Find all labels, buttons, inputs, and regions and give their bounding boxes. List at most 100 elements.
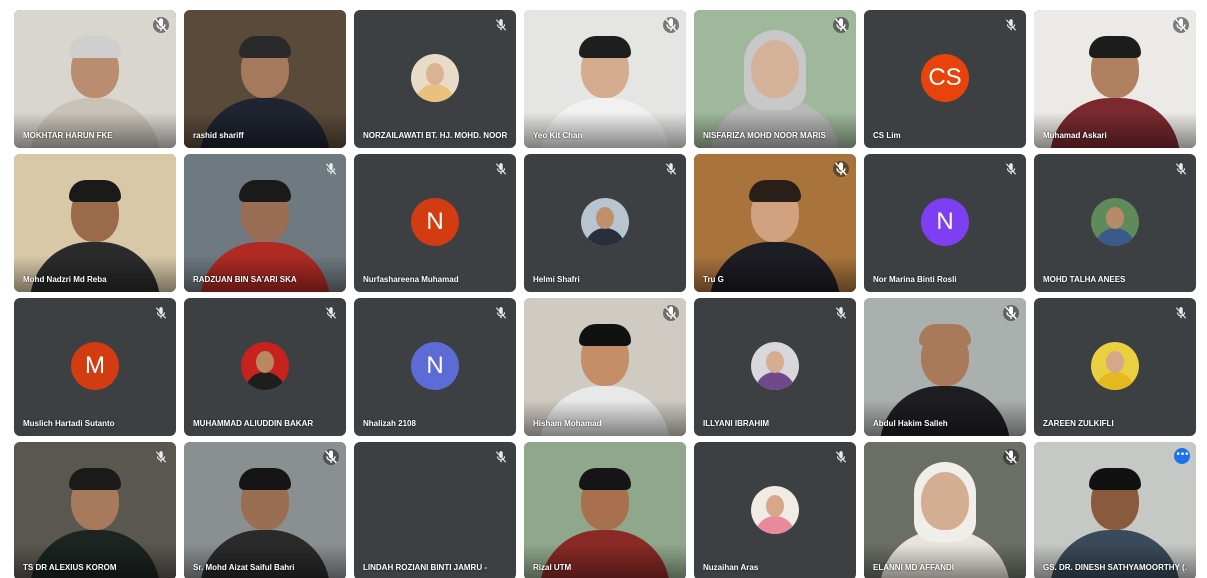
participant-name: Rizal UTM — [533, 563, 572, 572]
video-feed — [524, 442, 686, 578]
video-feed — [1034, 10, 1196, 148]
participant-name: ELANNI MD AFFANDI — [873, 563, 955, 572]
mic-off-icon — [833, 17, 849, 33]
participant-tile[interactable]: RADZUAN BIN SA'ARI SKA — [184, 154, 346, 292]
participant-name: NISFARIZA MOHD NOOR MARIS — [703, 131, 826, 140]
participant-tile[interactable]: Mohd Nadzri Md Reba — [14, 154, 176, 292]
mic-off-icon — [1004, 162, 1018, 176]
mic-off-icon — [154, 306, 168, 320]
mic-off-icon — [324, 162, 338, 176]
participant-tile[interactable]: Hisham Mohamad — [524, 298, 686, 436]
participant-tile[interactable]: Muhamad Askari — [1034, 10, 1196, 148]
participant-name: Muslich Hartadi Sutanto — [23, 419, 115, 428]
participant-tile[interactable]: M Muslich Hartadi Sutanto — [14, 298, 176, 436]
participant-tile[interactable]: Rizal UTM — [524, 442, 686, 578]
participant-name: rashid shariff — [193, 131, 244, 140]
participant-name: Mohd Nadzri Md Reba — [23, 275, 107, 284]
mic-off-icon — [324, 306, 338, 320]
avatar — [411, 54, 459, 102]
more-options-icon[interactable]: ••• — [1174, 448, 1190, 464]
participant-name: Abdul Hakim Salleh — [873, 419, 948, 428]
video-feed — [694, 10, 856, 148]
participant-tile[interactable]: TS DR ALEXIUS KOROM — [14, 442, 176, 578]
mic-off-icon — [1003, 449, 1019, 465]
avatar — [1091, 198, 1139, 246]
avatar: N — [411, 342, 459, 390]
participant-name: LINDAH ROZIANI BINTI JAMRU - — [363, 563, 487, 572]
mic-off-icon — [833, 161, 849, 177]
video-feed — [1034, 442, 1196, 578]
participant-name: CS Lim — [873, 131, 901, 140]
avatar — [751, 486, 799, 534]
mic-off-icon — [664, 162, 678, 176]
avatar — [1091, 342, 1139, 390]
avatar — [241, 342, 289, 390]
participant-tile[interactable]: N Nhalizah 2108 — [354, 298, 516, 436]
mic-off-icon — [323, 449, 339, 465]
video-feed — [14, 154, 176, 292]
video-feed — [694, 154, 856, 292]
participant-name: Nuzaihan Aras — [703, 563, 759, 572]
participant-name: ILLYANI IBRAHIM — [703, 419, 770, 428]
mic-off-icon — [154, 450, 168, 464]
participant-tile[interactable]: MOKHTAR HARUN FKE — [14, 10, 176, 148]
mic-off-icon — [663, 305, 679, 321]
participant-name: RADZUAN BIN SA'ARI SKA — [193, 275, 297, 284]
participant-name: NORZAILAWATI BT. HJ. MOHD. NOOR — [363, 131, 507, 140]
participant-tile[interactable]: Sr. Mohd Aizat Saiful Bahri — [184, 442, 346, 578]
mic-off-icon — [1004, 18, 1018, 32]
mic-off-icon — [153, 17, 169, 33]
mic-off-icon — [1174, 306, 1188, 320]
participant-tile[interactable]: ELANNI MD AFFANDI — [864, 442, 1026, 578]
participant-tile[interactable]: NORZAILAWATI BT. HJ. MOHD. NOOR — [354, 10, 516, 148]
mic-off-icon — [834, 450, 848, 464]
participant-tile[interactable]: LINDAH ROZIANI BINTI JAMRU - — [354, 442, 516, 578]
avatar — [581, 198, 629, 246]
mic-off-icon — [494, 18, 508, 32]
participant-tile[interactable]: NISFARIZA MOHD NOOR MARIS — [694, 10, 856, 148]
participant-tile[interactable]: MOHD TALHA ANEES — [1034, 154, 1196, 292]
avatar: N — [411, 198, 459, 246]
participant-tile[interactable]: ZAREEN ZULKIFLI — [1034, 298, 1196, 436]
participant-tile[interactable]: MUHAMMAD ALIUDDIN BAKAR — [184, 298, 346, 436]
participant-name: Tru G — [703, 275, 724, 284]
participant-tile[interactable]: rashid shariff — [184, 10, 346, 148]
video-feed — [14, 10, 176, 148]
avatar: M — [71, 342, 119, 390]
participant-tile[interactable]: Abdul Hakim Salleh — [864, 298, 1026, 436]
video-feed — [14, 442, 176, 578]
participant-name: Muhamad Askari — [1043, 131, 1107, 140]
mic-off-icon — [1173, 17, 1189, 33]
participant-tile[interactable]: ••• GS. DR. DINESH SATHYAMOORTHY (... — [1034, 442, 1196, 578]
participant-tile[interactable]: Helmi Shafri — [524, 154, 686, 292]
mic-off-icon — [1174, 162, 1188, 176]
participant-name: Helmi Shafri — [533, 275, 580, 284]
participant-name: Nor Marina Binti Rosli — [873, 275, 957, 284]
participant-name: MOHD TALHA ANEES — [1043, 275, 1126, 284]
video-feed — [864, 298, 1026, 436]
mic-off-icon — [494, 162, 508, 176]
participant-name: ZAREEN ZULKIFLI — [1043, 419, 1114, 428]
participant-name: Nhalizah 2108 — [363, 419, 416, 428]
video-feed — [864, 442, 1026, 578]
avatar: N — [921, 198, 969, 246]
participant-tile[interactable]: Tru G — [694, 154, 856, 292]
avatar — [751, 342, 799, 390]
video-feed — [524, 298, 686, 436]
mic-off-icon — [834, 306, 848, 320]
participant-tile[interactable]: Nuzaihan Aras — [694, 442, 856, 578]
mic-off-icon — [494, 306, 508, 320]
participant-grid: MOKHTAR HARUN FKE rashid shariff NORZAILAW… — [14, 10, 1196, 578]
participant-name: MOKHTAR HARUN FKE — [23, 131, 113, 140]
participant-tile[interactable]: Yeo Kit Chan — [524, 10, 686, 148]
participant-name: Yeo Kit Chan — [533, 131, 583, 140]
participant-tile[interactable]: N Nor Marina Binti Rosli — [864, 154, 1026, 292]
participant-tile[interactable]: N Nurfashareena Muhamad — [354, 154, 516, 292]
participant-tile[interactable]: CS CS Lim — [864, 10, 1026, 148]
participant-tile[interactable]: ILLYANI IBRAHIM — [694, 298, 856, 436]
video-feed — [184, 442, 346, 578]
mic-off-icon — [1003, 305, 1019, 321]
participant-name: Sr. Mohd Aizat Saiful Bahri — [193, 563, 295, 572]
participant-name: GS. DR. DINESH SATHYAMOORTHY (... — [1043, 563, 1187, 572]
mic-off-icon — [494, 450, 508, 464]
